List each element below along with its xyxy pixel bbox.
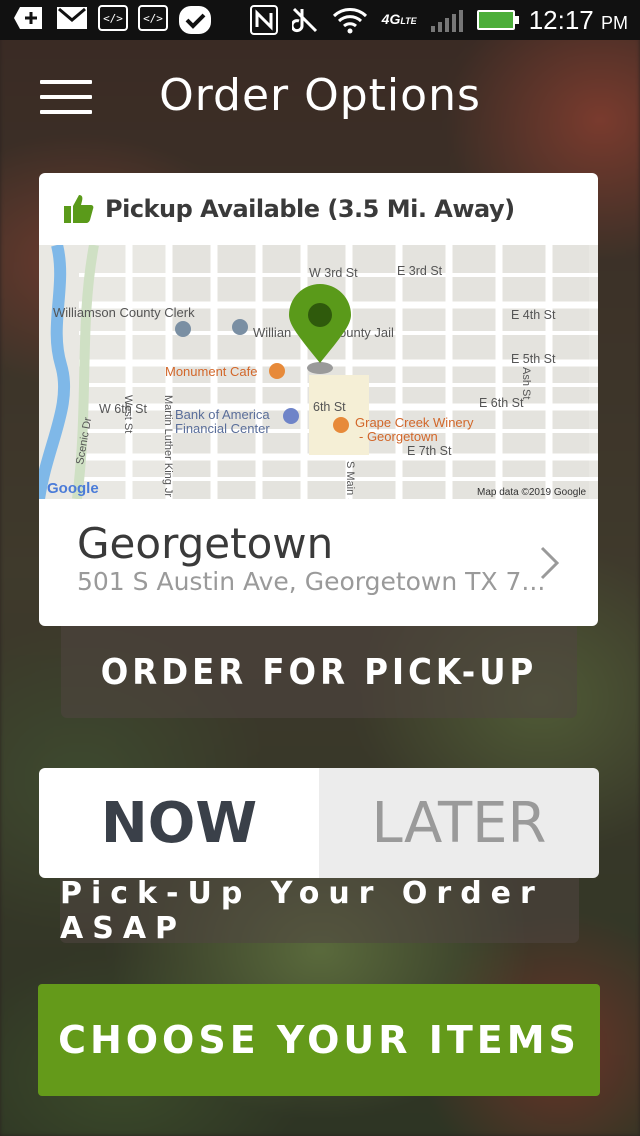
clock: 12:17 PM	[528, 4, 628, 35]
location-card[interactable]: Pickup Available (3.5 Mi. Away) W 3rd St…	[39, 173, 598, 626]
toggle-now[interactable]: NOW	[39, 768, 319, 878]
svg-text:ounty Jail: ounty Jail	[339, 325, 394, 340]
nfc-icon	[249, 5, 278, 35]
page-title: Order Options	[159, 70, 481, 121]
pickup-status-row: Pickup Available (3.5 Mi. Away)	[39, 173, 598, 245]
svg-text:Financial Center: Financial Center	[175, 421, 270, 436]
svg-text:E 6th St: E 6th St	[479, 396, 524, 410]
mute-icon	[291, 7, 317, 33]
svg-text:West St: West St	[122, 395, 134, 433]
location-name: Georgetown	[77, 519, 334, 568]
svg-text:E 7th St: E 7th St	[407, 444, 452, 458]
toggle-later[interactable]: LATER	[319, 768, 599, 878]
location-address: 501 S Austin Ave, Georgetown TX 7...	[77, 567, 546, 596]
timing-toggle[interactable]: NOW LATER	[39, 768, 599, 878]
chevron-right-icon[interactable]	[538, 545, 562, 581]
status-bar: </> </> 4GLTE 12:17 PM	[0, 0, 640, 40]
svg-text:- Georgetown: - Georgetown	[359, 429, 438, 444]
svg-text:6th St: 6th St	[313, 400, 346, 414]
svg-text:Bank of America: Bank of America	[175, 407, 270, 422]
code-icon: </>	[138, 5, 168, 31]
map-graphic: W 3rd St E 3rd St E 4th St E 5th St W 6t…	[39, 243, 598, 511]
plus-icon	[14, 7, 42, 29]
pickup-status-text: Pickup Available (3.5 Mi. Away)	[105, 195, 515, 223]
mail-icon	[57, 7, 87, 29]
svg-text:E 5th St: E 5th St	[511, 352, 556, 366]
thumbs-up-icon	[64, 195, 94, 223]
check-bubble-icon	[179, 6, 211, 34]
svg-text:Google: Google	[47, 480, 99, 497]
network-type: 4GLTE	[381, 11, 417, 27]
svg-text:S Main S: S Main S	[344, 461, 356, 499]
svg-text:Grape Creek Winery: Grape Creek Winery	[355, 415, 474, 430]
order-type-button[interactable]: ORDER FOR PICK-UP	[61, 626, 577, 718]
svg-text:Ash St: Ash St	[520, 367, 532, 399]
code-icon: </>	[98, 5, 128, 31]
choose-items-button[interactable]: CHOOSE YOUR ITEMS	[38, 984, 600, 1096]
svg-text:W 3rd St: W 3rd St	[309, 266, 358, 280]
svg-text:Map data ©2019 Google: Map data ©2019 Google	[477, 487, 587, 498]
battery-icon	[476, 10, 519, 30]
svg-text:Willian: Willian	[253, 325, 291, 340]
svg-text:Williamson County Clerk: Williamson County Clerk	[53, 305, 195, 320]
signal-icon	[430, 8, 463, 32]
wifi-icon	[332, 8, 367, 34]
svg-text:Monument Cafe: Monument Cafe	[165, 364, 258, 379]
location-map[interactable]: W 3rd St E 3rd St E 4th St E 5th St W 6t…	[39, 243, 598, 511]
svg-text:Martin Luther King Jr St: Martin Luther King Jr St	[162, 395, 174, 499]
svg-text:E 3rd St: E 3rd St	[397, 264, 443, 278]
svg-text:E 4th St: E 4th St	[511, 308, 556, 322]
timing-caption: Pick-Up Your Order ASAP	[60, 876, 579, 946]
